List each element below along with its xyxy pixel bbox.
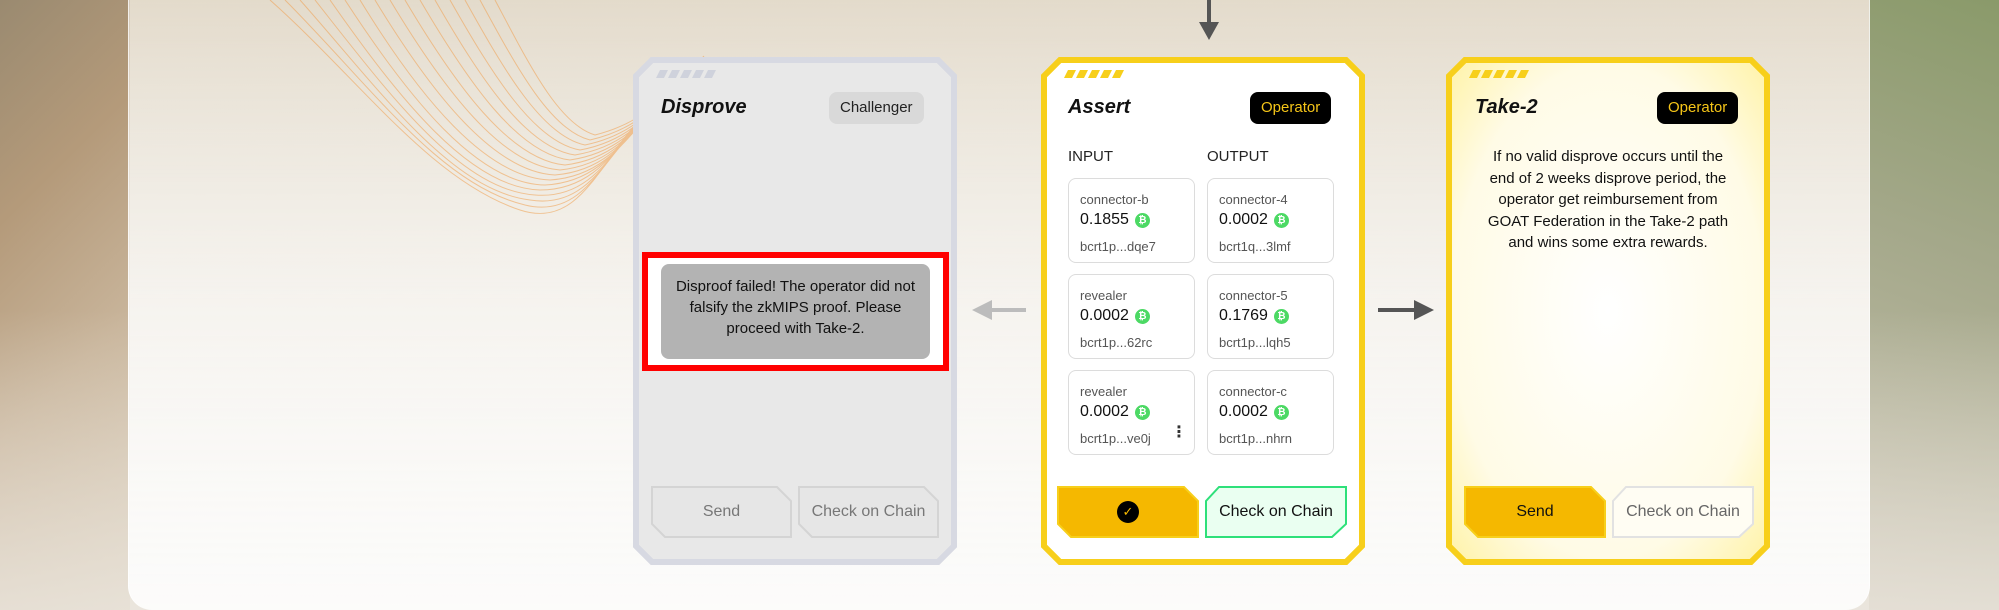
arrow-left-icon [972, 300, 1026, 320]
output-item[interactable]: connector-c 0.0002 ₿ bcrt1p...nhrn [1207, 370, 1334, 455]
take2-check-on-chain-button[interactable]: Check on Chain [1612, 486, 1754, 538]
disproof-failed-message: Disproof failed! The operator did not fa… [661, 264, 930, 359]
challenger-badge: Challenger [829, 92, 924, 124]
bitcoin-icon: ₿ [1273, 404, 1289, 420]
output-item[interactable]: connector-5 0.1769 ₿ bcrt1p...lqh5 [1207, 274, 1334, 359]
bitcoin-icon: ₿ [1273, 212, 1289, 228]
checkmark-circle-icon: ✓ [1117, 501, 1139, 523]
assert-check-on-chain-button[interactable]: Check on Chain [1205, 486, 1347, 538]
disprove-title: Disprove [661, 96, 747, 118]
input-label: INPUT [1068, 148, 1113, 165]
bitcoin-icon: ₿ [1134, 308, 1150, 324]
assert-operator-badge: Operator [1250, 92, 1332, 124]
input-item[interactable]: connector-b 0.1855 ₿ bcrt1p...dqe7 [1068, 178, 1195, 263]
output-label: OUTPUT [1207, 148, 1269, 165]
input-item[interactable]: revealer 0.0002 ₿ bcrt1p...ve0j ⋮ [1068, 370, 1195, 455]
input-item[interactable]: revealer 0.0002 ₿ bcrt1p...62rc [1068, 274, 1195, 359]
take2-operator-badge: Operator [1657, 92, 1739, 124]
output-item[interactable]: connector-4 0.0002 ₿ bcrt1q...3lmf [1207, 178, 1334, 263]
take2-description: If no valid disprove occurs until the en… [1487, 148, 1729, 251]
assert-title: Assert [1068, 96, 1131, 118]
bitcoin-icon: ₿ [1134, 212, 1150, 228]
take2-title: Take-2 [1475, 96, 1538, 118]
disprove-check-on-chain-button[interactable]: Check on Chain [798, 486, 939, 538]
take2-send-button[interactable]: Send [1464, 486, 1606, 538]
arrow-right-icon [1378, 300, 1434, 320]
arrow-down-icon [1199, 0, 1219, 40]
more-options-icon[interactable]: ⋮ [1171, 425, 1187, 441]
assert-done-button[interactable]: ✓ [1057, 486, 1199, 538]
bitcoin-icon: ₿ [1273, 308, 1289, 324]
bitcoin-icon: ₿ [1134, 404, 1150, 420]
disprove-send-button[interactable]: Send [651, 486, 792, 538]
